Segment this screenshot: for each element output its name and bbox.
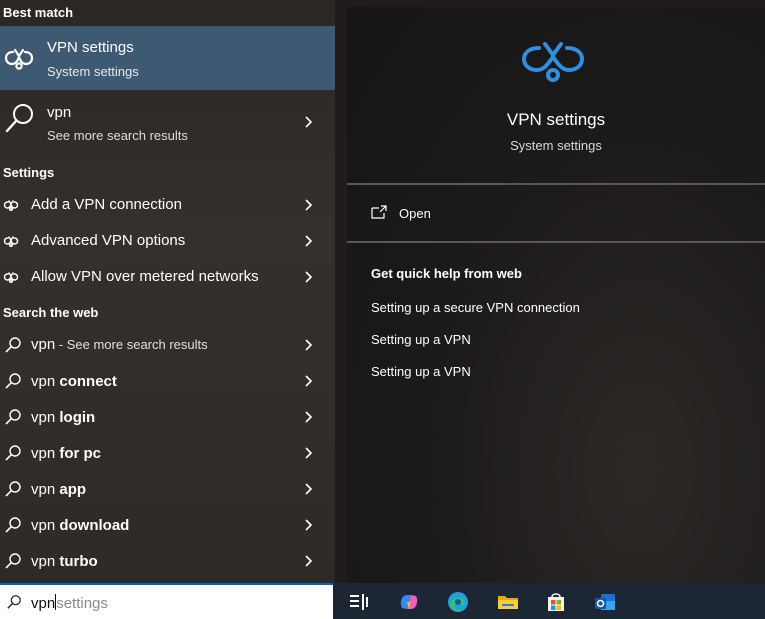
open-icon [371,205,387,219]
search-icon [5,481,21,497]
pane-gap [335,0,347,583]
chevron-right-icon [305,339,313,351]
edge-icon[interactable] [446,590,470,614]
settings-item-label: Advanced VPN options [31,232,186,249]
preview-subtitle: System settings [510,138,602,153]
web-item-label: vpn download [31,517,129,534]
web-item-suggestion: connect [59,373,117,390]
web-item-query: vpn [31,445,60,462]
section-best-match: Best match [3,5,74,20]
section-search-web: Search the web [3,305,99,320]
web-item-connect[interactable]: vpn connect [0,366,335,396]
web-item-label: vpn for pc [31,445,101,462]
web-item-app[interactable]: vpn app [0,474,335,504]
settings-item-advanced-vpn[interactable]: Advanced VPN options [0,226,335,256]
search-icon [5,337,21,353]
web-item-suggestion: turbo [59,553,98,570]
search-autocomplete: settings [56,595,108,612]
help-link[interactable]: Setting up a VPN [371,332,471,347]
section-settings: Settings [3,165,55,180]
web-item-for-pc[interactable]: vpn for pc [0,438,335,468]
preview-divider [347,241,765,243]
search-typed-text: vpn [31,595,56,612]
web-item-suggestion: app [59,481,87,498]
web-item-query: vpn [31,373,60,390]
chevron-right-icon [305,483,313,495]
outlook-icon[interactable] [593,590,617,614]
search-icon [5,104,33,133]
search-icon [5,409,21,425]
web-item-suggestion: for pc [59,445,102,462]
web-item-query: vpn [31,517,60,534]
chevron-right-icon [305,271,313,283]
settings-item-label: Allow VPN over metered networks [31,268,259,285]
chevron-right-icon [305,199,313,211]
copilot-icon[interactable] [397,590,421,614]
search-input[interactable]: vpnsettings [0,583,333,619]
store-icon[interactable] [544,590,568,614]
preview-divider [347,183,765,185]
web-item-label: vpn login [31,409,95,426]
open-label: Open [399,206,431,221]
web-item-suggestion: download [59,517,130,534]
chevron-right-icon [305,519,313,531]
web-item-download[interactable]: vpn download [0,510,335,540]
settings-item-label: Add a VPN connection [31,196,182,213]
vpn-result-title: vpn [47,104,72,121]
chevron-right-icon [305,447,313,459]
vpn-settings-icon [4,48,34,70]
web-item-query: vpn [31,409,60,426]
best-match-vpn-settings[interactable]: VPN settings System settings [0,26,335,90]
search-text: vpnsettings [31,594,108,612]
file-explorer-icon[interactable] [496,590,520,614]
help-link[interactable]: Setting up a secure VPN connection [371,300,580,315]
settings-item-add-vpn[interactable]: Add a VPN connection [0,190,335,220]
web-item-query: vpn [31,481,60,498]
preview-title: VPN settings [506,110,606,129]
chevron-right-icon [305,116,313,128]
search-icon [5,373,21,389]
chevron-right-icon [305,411,313,423]
web-item-label: vpn app [31,481,86,498]
search-icon [7,595,21,609]
web-item-turbo[interactable]: vpn turbo [0,546,335,576]
search-icon [5,553,21,569]
vpn-result-subtitle: See more search results [47,128,188,143]
web-item-label: vpn - See more search results [31,336,208,353]
search-icon [5,517,21,533]
taskbar [333,583,765,619]
task-view-icon[interactable] [347,590,371,614]
web-item-suffix: - See more search results [55,337,208,352]
best-match-title: VPN settings [47,39,134,56]
open-button[interactable]: Open [347,196,765,230]
vpn-settings-icon [3,200,19,212]
web-item-query: vpn [31,336,56,353]
chevron-right-icon [305,235,313,247]
web-item-query: vpn [31,553,60,570]
web-item-login[interactable]: vpn login [0,402,335,432]
vpn-search-result[interactable]: vpn See more search results [0,92,335,152]
help-link[interactable]: Setting up a VPN [371,364,471,379]
preview-pane [347,7,765,583]
chevron-right-icon [305,375,313,387]
web-item-see-more[interactable]: vpn - See more search results [0,330,335,360]
best-match-subtitle: System settings [47,64,139,79]
web-item-suggestion: login [59,409,96,426]
vpn-settings-large-icon [521,42,585,82]
search-icon [5,445,21,461]
vpn-settings-icon [3,272,19,284]
quick-help-header: Get quick help from web [371,266,522,281]
web-item-label: vpn turbo [31,553,98,570]
chevron-right-icon [305,555,313,567]
web-item-label: vpn connect [31,373,117,390]
vpn-settings-icon [3,236,19,248]
settings-item-metered-vpn[interactable]: Allow VPN over metered networks [0,262,335,292]
